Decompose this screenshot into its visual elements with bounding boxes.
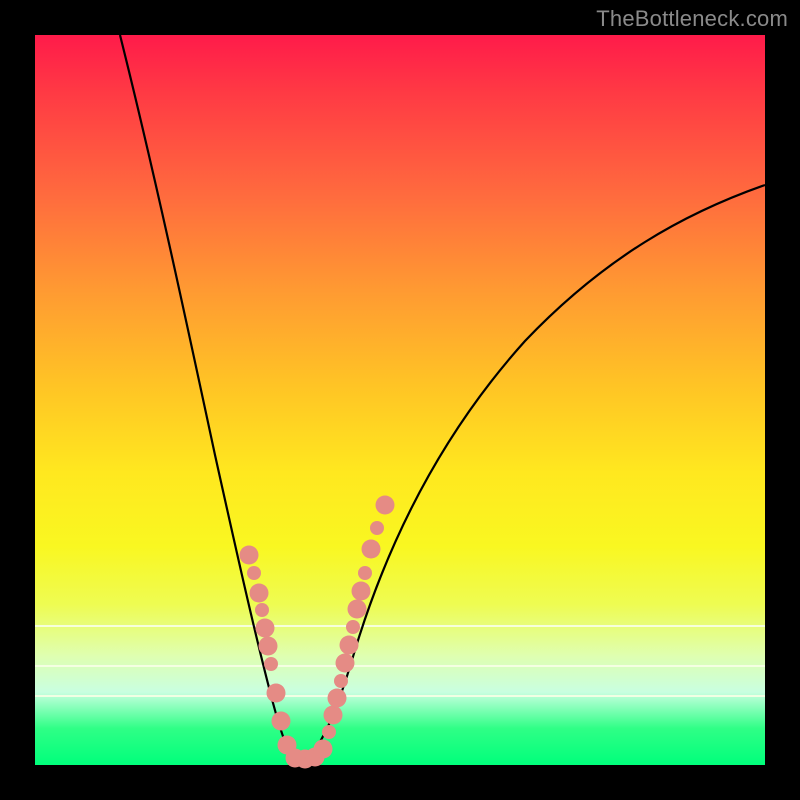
- right-curve-path: [297, 185, 765, 761]
- marker-dot: [376, 496, 395, 515]
- marker-group: [240, 496, 395, 769]
- chart-frame: TheBottleneck.com: [0, 0, 800, 800]
- marker-dot: [348, 600, 367, 619]
- marker-dot: [370, 521, 384, 535]
- marker-dot: [256, 619, 275, 638]
- marker-dot: [259, 637, 278, 656]
- marker-dot: [247, 566, 261, 580]
- marker-dot: [358, 566, 372, 580]
- marker-dot: [322, 725, 336, 739]
- chart-svg: [35, 35, 765, 765]
- marker-dot: [340, 636, 359, 655]
- marker-dot: [250, 584, 269, 603]
- marker-dot: [336, 654, 355, 673]
- marker-dot: [346, 620, 360, 634]
- marker-dot: [352, 582, 371, 601]
- watermark-text: TheBottleneck.com: [596, 6, 788, 32]
- marker-dot: [324, 706, 343, 725]
- marker-dot: [255, 603, 269, 617]
- marker-dot: [328, 689, 347, 708]
- marker-dot: [264, 657, 278, 671]
- marker-dot: [362, 540, 381, 559]
- marker-dot: [334, 674, 348, 688]
- marker-dot: [314, 740, 333, 759]
- marker-dot: [240, 546, 259, 565]
- marker-dot: [267, 684, 286, 703]
- marker-dot: [272, 712, 291, 731]
